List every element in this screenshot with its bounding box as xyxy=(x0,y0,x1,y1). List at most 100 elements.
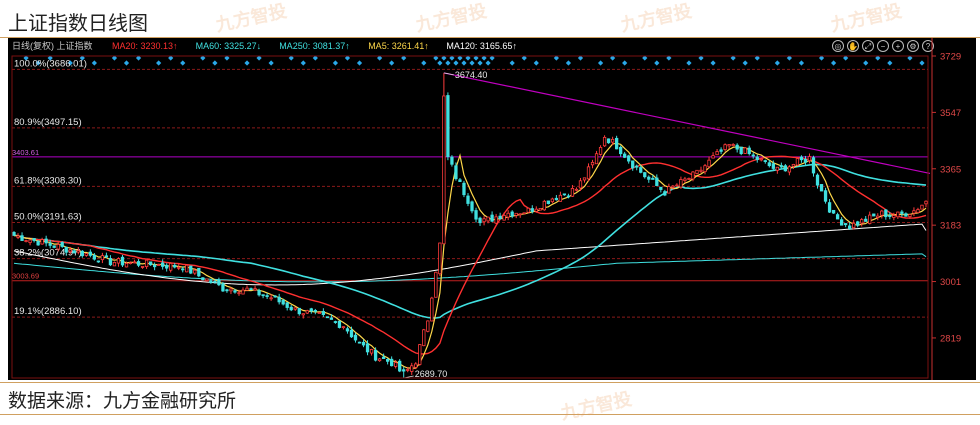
candle-body xyxy=(241,289,245,295)
candle-0 xyxy=(12,231,16,236)
candle-body xyxy=(418,344,422,365)
candle-body xyxy=(430,297,434,322)
candle-body xyxy=(486,216,490,222)
chart-canvas[interactable]: 日线(复权) 上证指数 MA20: 3230.13↑ MA60: 3325.27↓ M… xyxy=(8,38,976,380)
candle-175 xyxy=(715,148,719,156)
candle-body xyxy=(594,153,599,165)
candle-77 xyxy=(321,308,326,318)
candle-body xyxy=(892,215,896,218)
candle-body xyxy=(394,362,398,367)
candle-26 xyxy=(116,257,121,267)
candle-body xyxy=(856,221,860,226)
candle-body xyxy=(253,288,257,291)
candle-74 xyxy=(309,307,313,314)
candle-body xyxy=(671,185,675,188)
candle-body xyxy=(864,218,868,222)
candle-body xyxy=(675,184,679,187)
candle-body xyxy=(482,218,486,223)
candle-body xyxy=(848,225,852,230)
indicator-ma-0: MA20: 3230.13↑ xyxy=(112,41,178,51)
hand-icon-glyph: ✋ xyxy=(848,41,858,51)
candle-38 xyxy=(165,263,169,272)
candle-body xyxy=(522,212,526,215)
candle-body xyxy=(606,138,611,144)
candle-62 xyxy=(261,294,265,299)
candle-201 xyxy=(819,184,824,192)
candle-body xyxy=(651,177,655,180)
candle-body xyxy=(876,215,880,218)
candle-body xyxy=(225,289,229,292)
candle-208 xyxy=(848,222,852,231)
candle-170 xyxy=(695,169,699,175)
candle-body xyxy=(289,306,293,311)
candle-body xyxy=(900,211,904,214)
indicator-bar: 日线(复权) 上证指数 MA20: 3230.13↑ MA60: 3325.27↓ M… xyxy=(12,40,517,51)
candle-body xyxy=(381,356,386,360)
candle-body xyxy=(349,329,354,338)
candle-body xyxy=(627,155,631,162)
candle-body xyxy=(610,138,615,143)
candle-33 xyxy=(144,259,149,269)
fib-label-0: 100.0%(3686.01) xyxy=(14,58,87,69)
candle-body xyxy=(715,151,719,156)
candle-34 xyxy=(148,261,153,266)
signal-marker-27 xyxy=(421,60,427,66)
candle-body xyxy=(586,166,591,180)
candle-body xyxy=(177,266,181,269)
candle-body xyxy=(554,197,559,201)
candle-body xyxy=(410,365,414,372)
watermark: 九方智投 xyxy=(213,0,289,37)
candle-211 xyxy=(860,217,864,227)
candle-145 xyxy=(594,150,599,165)
candle-body xyxy=(285,302,289,308)
signal-marker-65 xyxy=(830,60,837,66)
candle-body xyxy=(727,144,731,147)
candle-209 xyxy=(852,219,856,230)
candle-body xyxy=(868,214,872,224)
candle-180 xyxy=(735,143,739,153)
candle-body xyxy=(791,163,796,167)
candle-body xyxy=(454,165,458,180)
signal-marker-67 xyxy=(863,60,869,66)
candle-body xyxy=(201,277,205,281)
chart-toolbar: ◎ ✋ ⤢ − + ⚙? xyxy=(832,40,934,52)
candle-body xyxy=(385,359,390,362)
candle-48 xyxy=(205,278,209,282)
candle-body xyxy=(655,177,659,186)
candle-body xyxy=(916,209,920,213)
signal-marker-19 xyxy=(300,60,306,66)
candle-182 xyxy=(743,146,747,154)
candle-body xyxy=(739,146,743,155)
candle-body xyxy=(912,210,916,214)
candle-153 xyxy=(627,154,631,164)
candle-body xyxy=(329,317,334,320)
fib-label-2: 61.8%(3308.30) xyxy=(14,175,82,186)
candle-body xyxy=(707,159,711,168)
fib-label-5: 19.1%(2886.10) xyxy=(14,306,82,317)
candle-body xyxy=(502,215,506,221)
candle-body xyxy=(325,316,330,319)
signal-marker-41 xyxy=(485,60,491,66)
candle-58 xyxy=(245,285,249,291)
candle-70 xyxy=(293,307,297,311)
candle-89 xyxy=(369,348,374,356)
candle-body xyxy=(831,209,836,214)
signal-marker-7 xyxy=(123,60,130,66)
candle-227 xyxy=(924,200,928,208)
fib-label-3: 50.0%(3191.63) xyxy=(14,211,82,222)
candle-body xyxy=(209,280,213,284)
candle-46 xyxy=(197,267,201,278)
candle-body xyxy=(458,179,462,183)
candle-190 xyxy=(775,166,779,174)
candles xyxy=(12,72,928,378)
candle-142 xyxy=(582,177,587,183)
candle-body xyxy=(28,239,32,243)
candlestick-chart[interactable]: 日线(复权) 上证指数 MA20: 3230.13↑ MA60: 3325.27↓ M… xyxy=(8,38,976,380)
candle-body xyxy=(269,297,273,300)
watermark: 九方智投 xyxy=(413,0,489,37)
candle-body xyxy=(510,211,514,217)
candle-132 xyxy=(542,199,546,211)
candle-body xyxy=(582,177,587,181)
candle-body xyxy=(165,264,169,269)
candle-192 xyxy=(783,164,788,172)
